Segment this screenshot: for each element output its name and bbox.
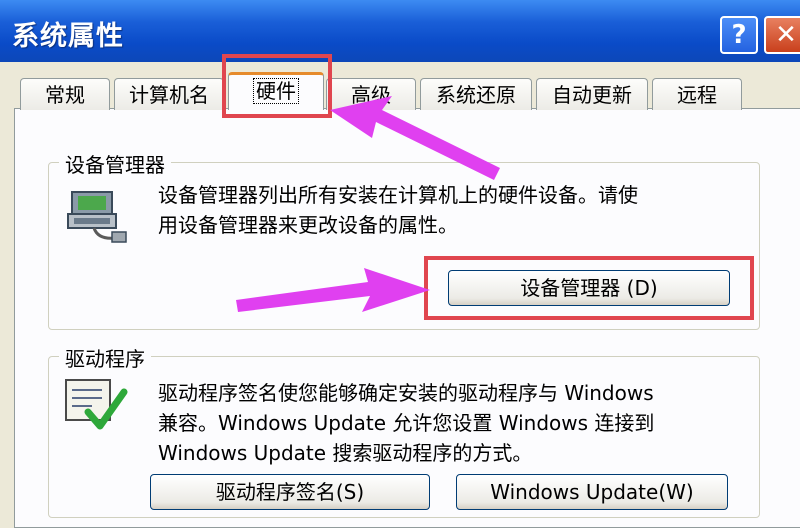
window-title: 系统属性 bbox=[12, 21, 124, 52]
tab-advanced[interactable]: 高级 bbox=[326, 78, 416, 110]
tab-label: 计算机名 bbox=[129, 83, 209, 107]
tab-label: 自动更新 bbox=[552, 83, 632, 107]
tab-label: 远程 bbox=[677, 83, 717, 107]
driver-signing-button[interactable]: 驱动程序签名(S) bbox=[150, 474, 430, 510]
drivers-description: 驱动程序签名使您能够确定安装的驱动程序与 Windows 兼容。Windows … bbox=[158, 381, 655, 465]
help-button[interactable]: ? bbox=[720, 16, 758, 54]
tab-label: 常规 bbox=[45, 83, 85, 107]
close-button[interactable]: ✕ bbox=[764, 16, 800, 54]
device-manager-group-title: 设备管理器 bbox=[59, 149, 171, 178]
tab-general[interactable]: 常规 bbox=[20, 78, 110, 110]
tab-computer-name[interactable]: 计算机名 bbox=[114, 78, 224, 110]
tab-automatic-updates[interactable]: 自动更新 bbox=[536, 78, 648, 110]
device-manager-icon bbox=[67, 191, 127, 243]
driver-signing-icon bbox=[65, 379, 128, 430]
drivers-group-title: 驱动程序 bbox=[59, 343, 151, 372]
tab-system-restore[interactable]: 系统还原 bbox=[420, 78, 532, 110]
device-manager-description: 设备管理器列出所有安装在计算机上的硬件设备。请使 用设备管理器来更改设备的属性。 bbox=[158, 183, 638, 237]
tab-label: 系统还原 bbox=[436, 83, 516, 107]
title-bar[interactable]: 系统属性 ? ✕ bbox=[0, 0, 800, 62]
windows-update-button[interactable]: Windows Update(W) bbox=[456, 474, 728, 510]
tab-label: 高级 bbox=[351, 83, 391, 107]
tab-highlight-box bbox=[222, 54, 332, 118]
tab-remote[interactable]: 远程 bbox=[652, 78, 742, 110]
button-highlight-box bbox=[424, 256, 754, 320]
